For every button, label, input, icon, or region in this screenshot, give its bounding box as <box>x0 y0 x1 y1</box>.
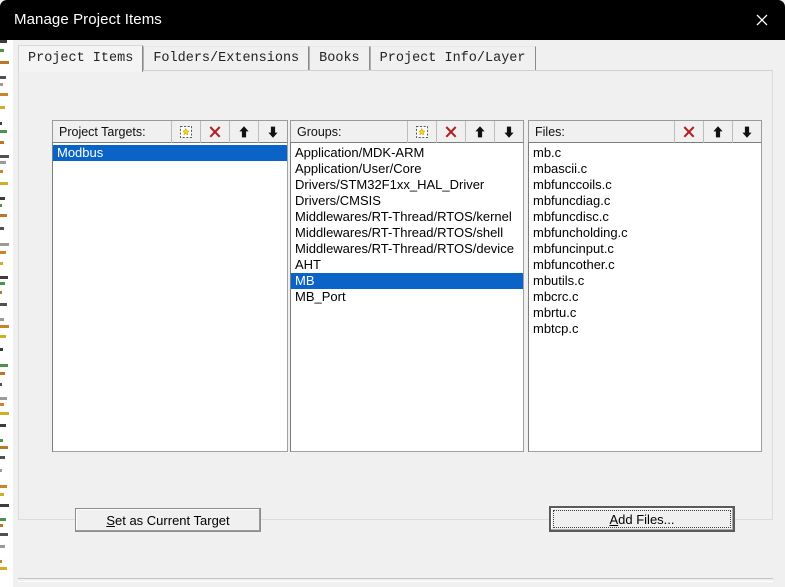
move-up-icon[interactable] <box>229 121 258 143</box>
move-up-icon[interactable] <box>703 121 732 143</box>
list-item[interactable]: mbrtu.c <box>529 305 761 321</box>
move-up-icon[interactable] <box>465 121 494 143</box>
add-files-accel: A <box>609 511 619 527</box>
close-icon[interactable] <box>738 0 785 40</box>
new-item-icon[interactable] <box>407 121 436 143</box>
groups-label: Groups: <box>297 124 342 139</box>
groups-panel: Groups: Application/MDK-ARM Application/… <box>290 120 524 452</box>
list-item[interactable]: mbfuncinput.c <box>529 241 761 257</box>
move-down-icon[interactable] <box>258 121 287 143</box>
list-item[interactable]: Application/User/Core <box>291 161 523 177</box>
files-header: Files: <box>528 120 762 143</box>
list-item[interactable]: MB_Port <box>291 289 523 305</box>
list-item[interactable]: Middlewares/RT-Thread/RTOS/shell <box>291 225 523 241</box>
add-files-button[interactable]: Add Files... <box>549 506 735 532</box>
files-toolbar <box>674 121 761 143</box>
list-item[interactable]: mbfunccoils.c <box>529 177 761 193</box>
list-item[interactable]: mbutils.c <box>529 273 761 289</box>
dialog-body: Project Items Folders/Extensions Books P… <box>13 40 785 587</box>
list-item[interactable]: mbtcp.c <box>529 321 761 337</box>
project-targets-header: Project Targets: <box>52 120 288 143</box>
project-targets-listbox[interactable]: Modbus <box>52 142 288 452</box>
move-down-icon[interactable] <box>732 121 761 143</box>
bottom-separator <box>18 578 773 582</box>
groups-toolbar <box>407 121 523 143</box>
list-item[interactable]: Middlewares/RT-Thread/RTOS/device <box>291 241 523 257</box>
list-item[interactable]: Application/MDK-ARM <box>291 145 523 161</box>
list-item[interactable]: Middlewares/RT-Thread/RTOS/kernel <box>291 209 523 225</box>
set-as-current-target-button[interactable]: Set as Current Target <box>75 508 261 532</box>
list-item[interactable]: Modbus <box>53 145 287 161</box>
tab-folders-extensions[interactable]: Folders/Extensions <box>143 46 310 71</box>
groups-listbox[interactable]: Application/MDK-ARM Application/User/Cor… <box>290 142 524 452</box>
tab-books[interactable]: Books <box>309 46 370 71</box>
title-bar: Manage Project Items <box>0 0 785 40</box>
background-editor-strip <box>0 30 13 587</box>
new-item-icon[interactable] <box>171 121 200 143</box>
list-item[interactable]: mbfuncdisc.c <box>529 209 761 225</box>
list-item[interactable]: Drivers/CMSIS <box>291 193 523 209</box>
files-label: Files: <box>535 124 565 139</box>
set-current-accel: S <box>106 512 115 528</box>
delete-icon[interactable] <box>674 121 703 143</box>
set-current-label: et as Current Target <box>115 512 230 528</box>
project-targets-panel: Project Targets: Modbus <box>52 120 288 452</box>
list-item[interactable]: mbfuncother.c <box>529 257 761 273</box>
files-listbox[interactable]: mb.c mbascii.c mbfunccoils.c mbfuncdiag.… <box>528 142 762 452</box>
project-targets-label: Project Targets: <box>59 124 146 139</box>
delete-icon[interactable] <box>200 121 229 143</box>
list-item[interactable]: MB <box>291 273 523 289</box>
list-item[interactable]: Drivers/STM32F1xx_HAL_Driver <box>291 177 523 193</box>
delete-icon[interactable] <box>436 121 465 143</box>
list-item[interactable]: mbcrc.c <box>529 289 761 305</box>
tab-project-items[interactable]: Project Items <box>18 45 144 72</box>
list-item[interactable]: mb.c <box>529 145 761 161</box>
window-title: Manage Project Items <box>14 11 162 28</box>
dialog-window: Manage Project Items Project Items Folde… <box>0 0 785 587</box>
files-panel: Files: mb.c mbascii.c mbfunccoils.c mbfu… <box>528 120 762 452</box>
list-item[interactable]: mbfuncholding.c <box>529 225 761 241</box>
tab-strip: Project Items Folders/Extensions Books P… <box>18 45 536 72</box>
list-item[interactable]: AHT <box>291 257 523 273</box>
list-item[interactable]: mbfuncdiag.c <box>529 193 761 209</box>
project-targets-toolbar <box>171 121 287 143</box>
tab-project-info-layer[interactable]: Project Info/Layer <box>369 46 536 71</box>
list-item[interactable]: mbascii.c <box>529 161 761 177</box>
groups-header: Groups: <box>290 120 524 143</box>
move-down-icon[interactable] <box>494 121 523 143</box>
add-files-label: dd Files... <box>618 511 675 527</box>
